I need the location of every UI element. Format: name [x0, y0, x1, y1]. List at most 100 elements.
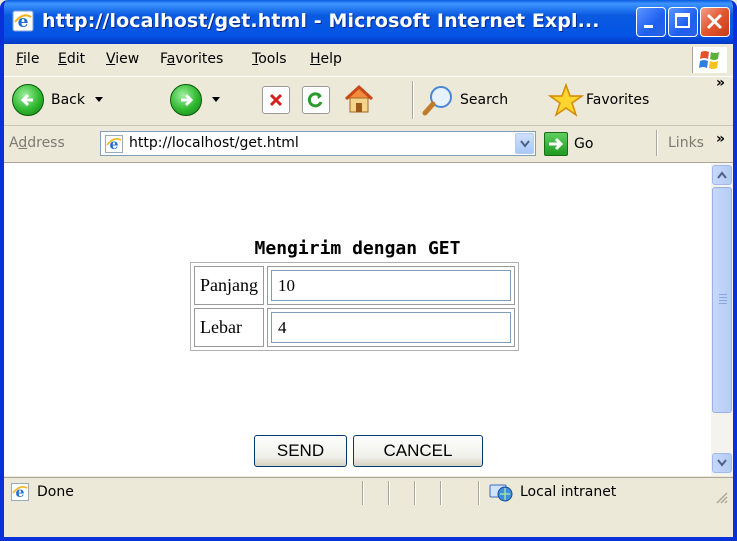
local-intranet-icon [489, 484, 513, 502]
status-divider [478, 481, 480, 505]
chevron-down-icon [717, 459, 727, 467]
toolbar-separator [412, 81, 414, 119]
status-divider [388, 481, 390, 505]
close-icon [706, 13, 723, 30]
status-text: Done [37, 484, 74, 500]
resize-grip-icon[interactable] [714, 490, 728, 504]
grip-line [719, 300, 727, 301]
address-input[interactable]: e http://localhost/get.html [100, 131, 536, 156]
menu-edit-accesskey: E [58, 51, 67, 67]
menu-view[interactable]: View [106, 51, 139, 67]
forward-arrow-icon [170, 84, 202, 116]
menu-tools-label: ools [258, 51, 287, 67]
address-url: http://localhost/get.html [129, 135, 299, 151]
stop-button[interactable] [262, 86, 290, 114]
search-button[interactable]: Search [422, 84, 508, 116]
panjang-input[interactable] [271, 270, 511, 301]
address-label-accesskey: d [18, 135, 28, 151]
lebar-cell [267, 308, 515, 347]
address-label-rest: dress [27, 135, 65, 151]
browser-window: e http://localhost/get.html - Microsoft … [0, 0, 737, 541]
menu-file[interactable]: File [16, 51, 39, 67]
panjang-label: Panjang [194, 266, 264, 305]
menu-edit[interactable]: Edit [58, 51, 85, 67]
go-arrow-icon [544, 132, 568, 156]
search-icon [422, 86, 452, 116]
links-button[interactable]: Links [668, 135, 704, 151]
scroll-thumb[interactable] [712, 187, 732, 413]
home-button[interactable] [342, 83, 376, 117]
menu-help-accesskey: H [310, 51, 321, 67]
title-bar[interactable]: e http://localhost/get.html - Microsoft … [4, 0, 733, 44]
table-row: Lebar [194, 308, 515, 347]
standard-toolbar: Back Search Favorites » [4, 75, 733, 126]
maximize-button[interactable] [668, 7, 698, 37]
home-icon [344, 84, 374, 113]
page-ie-icon: e [105, 135, 123, 153]
windows-flag-icon [699, 51, 719, 69]
address-dropdown-button[interactable] [515, 133, 534, 154]
scroll-down-button[interactable] [712, 453, 732, 473]
forward-dropdown-icon [212, 97, 220, 102]
links-chevron[interactable]: » [716, 131, 725, 147]
security-zone-label: Local intranet [520, 484, 617, 500]
favorites-button[interactable]: Favorites [548, 82, 649, 118]
maximize-icon [675, 13, 690, 28]
status-divider [440, 481, 442, 505]
back-label: Back [51, 92, 85, 108]
grip-line [719, 294, 727, 295]
status-ie-icon: e [11, 483, 29, 501]
windows-logo [692, 47, 727, 73]
menu-file-accesskey: F [16, 51, 24, 67]
menu-favorites[interactable]: Favorites [160, 51, 223, 67]
minimize-icon [644, 25, 653, 28]
table-row: Panjang [194, 266, 515, 305]
menu-view-label: iew [115, 51, 140, 67]
menu-favorites-label: vorites [175, 51, 224, 67]
refresh-button[interactable] [302, 86, 330, 114]
menu-help-label: elp [320, 51, 342, 67]
status-divider [362, 481, 364, 505]
ie-icon: e [12, 10, 34, 32]
vertical-scrollbar[interactable] [711, 163, 733, 476]
chevron-down-icon [519, 139, 530, 148]
menu-favorites-prefix: F [160, 51, 167, 67]
forward-button[interactable] [170, 84, 220, 116]
panjang-cell [267, 266, 515, 305]
minimize-button[interactable] [636, 7, 666, 37]
address-separator [656, 130, 658, 156]
stop-icon [262, 86, 290, 114]
chevron-up-icon [717, 171, 727, 179]
send-button[interactable]: SEND [254, 435, 347, 467]
menu-file-label: ile [23, 51, 40, 67]
go-label: Go [574, 136, 594, 152]
menu-edit-label: dit [66, 51, 86, 67]
toolbar-chevron[interactable]: » [716, 75, 725, 91]
back-button[interactable]: Back [12, 84, 103, 116]
favorites-star-icon [548, 82, 584, 117]
grip-line [719, 297, 727, 298]
form-table: Panjang Lebar [190, 262, 519, 351]
menu-tools[interactable]: Tools [252, 51, 287, 67]
status-divider [414, 481, 416, 505]
cancel-button[interactable]: CANCEL [353, 435, 483, 467]
go-button[interactable]: Go [544, 132, 593, 156]
close-button[interactable] [700, 7, 730, 37]
address-label-prefix: A [9, 135, 19, 151]
search-label: Search [460, 92, 509, 108]
menu-bar: File Edit View Favorites Tools Help [4, 44, 733, 77]
favorites-label: Favorites [586, 92, 650, 108]
page-heading: Mengirim dengan GET [254, 238, 461, 259]
status-bar: e Done Local intranet [4, 477, 733, 537]
menu-view-accesskey: V [106, 51, 116, 67]
lebar-input[interactable] [271, 312, 511, 343]
menu-help[interactable]: Help [310, 51, 342, 67]
back-arrow-icon [12, 84, 44, 116]
refresh-icon [302, 86, 330, 114]
scroll-up-button[interactable] [712, 165, 732, 185]
grip-line [719, 303, 727, 304]
back-dropdown-icon [95, 97, 103, 102]
window-title: http://localhost/get.html - Microsoft In… [42, 10, 600, 32]
address-label: Address [9, 135, 65, 151]
address-bar: Address e http://localhost/get.html Go L… [4, 126, 733, 163]
